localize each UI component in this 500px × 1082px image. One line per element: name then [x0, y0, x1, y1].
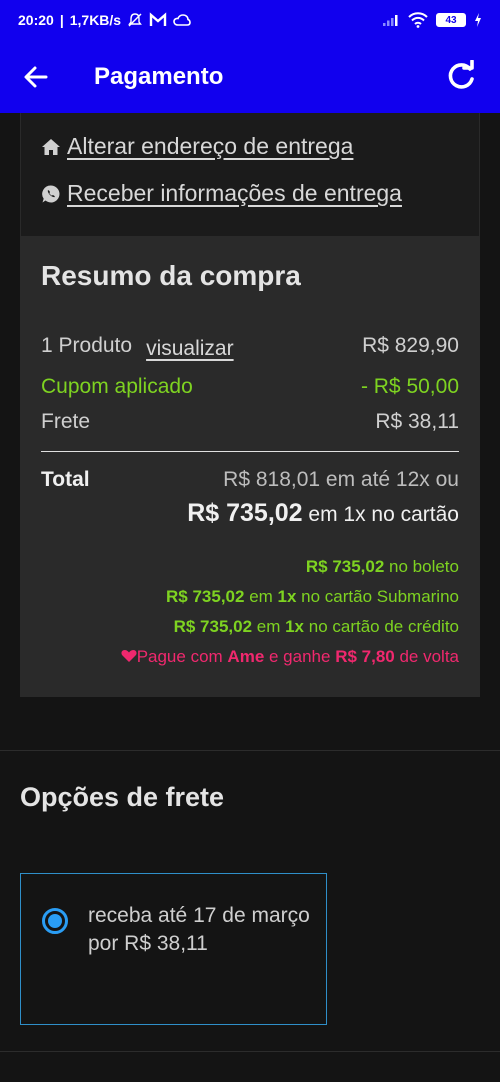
delivery-links-card: Alterar endereço de entrega Receber info…	[20, 113, 480, 236]
submarino-amount: R$ 735,02	[166, 587, 245, 606]
charging-icon	[475, 13, 481, 27]
status-bar: 20:20 | 1,7KB/s 43	[0, 0, 500, 40]
total-installments: R$ 818,01 em até 12x ou	[223, 468, 459, 491]
products-value: R$ 829,90	[362, 334, 459, 357]
ame-suffix: de volta	[394, 647, 459, 666]
home-icon	[42, 138, 60, 155]
delivery-info-link[interactable]: Receber informações de entrega	[41, 180, 402, 207]
submarino-installments: 1x	[277, 587, 297, 606]
coupon-row: Cupom aplicado - R$ 50,00	[41, 375, 459, 399]
ame-cashback-offer: Pague com Ame e ganhe R$ 7,80 de volta	[121, 647, 459, 667]
shipping-label: Frete	[41, 410, 91, 433]
shipping-value: R$ 38,11	[375, 410, 459, 433]
coupon-value: - R$ 50,00	[360, 375, 459, 398]
summary-title: Resumo da compra	[41, 260, 301, 291]
credit-installments: 1x	[285, 617, 305, 636]
bottom-divider	[0, 1051, 500, 1052]
credit-amount: R$ 735,02	[173, 617, 253, 636]
boleto-offer: R$ 735,02 no boleto	[306, 557, 459, 577]
radio-selected-dot	[48, 914, 62, 928]
change-address-label[interactable]: Alterar endereço de entrega	[67, 133, 353, 160]
coupon-label: Cupom aplicado	[41, 375, 193, 398]
ame-prefix: Pague com	[136, 647, 228, 666]
total-label: Total	[41, 468, 90, 491]
ame-brand: Ame	[227, 647, 265, 666]
wifi-icon	[408, 12, 428, 28]
total-card-suffix: em 1x no cartão	[302, 503, 459, 526]
shipping-option-radio[interactable]	[42, 908, 68, 934]
back-arrow-icon[interactable]	[22, 63, 50, 91]
section-divider	[0, 750, 500, 751]
cloud-icon	[173, 14, 191, 26]
credit-card-offer: R$ 735,02 em 1x no cartão de crédito	[174, 617, 459, 637]
heart-icon	[121, 650, 137, 662]
gmail-icon	[149, 12, 167, 26]
submarino-mid: em	[244, 587, 278, 606]
credit-suffix: no cartão de crédito	[304, 617, 459, 636]
app-bar: Pagamento	[0, 40, 500, 113]
battery-icon: 43	[436, 13, 466, 27]
shipping-options-title: Opções de frete	[20, 782, 225, 812]
purchase-summary-card: Resumo da compra 1 Produto visualizar R$…	[20, 236, 480, 697]
total-card-line: R$ 735,02 em 1x no cartão	[187, 499, 459, 528]
total-divider	[41, 451, 459, 452]
view-products-link[interactable]: visualizar	[146, 337, 234, 361]
credit-mid: em	[252, 617, 286, 636]
total-card-amount: R$ 735,02	[187, 499, 303, 527]
boleto-amount: R$ 735,02	[305, 557, 385, 576]
status-network-speed: 1,7KB/s	[69, 12, 122, 28]
ame-amount: R$ 7,80	[335, 647, 395, 666]
change-address-link[interactable]: Alterar endereço de entrega	[41, 133, 353, 160]
notifications-off-icon	[128, 13, 142, 27]
refresh-icon[interactable]	[444, 59, 478, 94]
shipping-row: Frete R$ 38,11	[41, 410, 459, 434]
shipping-option-text: receba até 17 de março por R$ 38,11	[88, 904, 310, 955]
delivery-info-label[interactable]: Receber informações de entrega	[67, 180, 402, 207]
submarino-suffix: no cartão Submarino	[296, 587, 459, 606]
status-time: 20:20	[18, 12, 54, 28]
signal-icon	[383, 15, 398, 26]
products-label: 1 Produto	[41, 334, 133, 357]
boleto-suffix: no boleto	[384, 557, 459, 576]
whatsapp-icon	[42, 184, 60, 202]
shipping-option-card[interactable]: receba até 17 de março por R$ 38,11	[20, 873, 327, 1025]
products-row: 1 Produto visualizar R$ 829,90	[41, 334, 459, 361]
submarino-card-offer: R$ 735,02 em 1x no cartão Submarino	[166, 587, 459, 607]
page-title: Pagamento	[94, 62, 224, 90]
ame-mid: e ganhe	[264, 647, 336, 666]
